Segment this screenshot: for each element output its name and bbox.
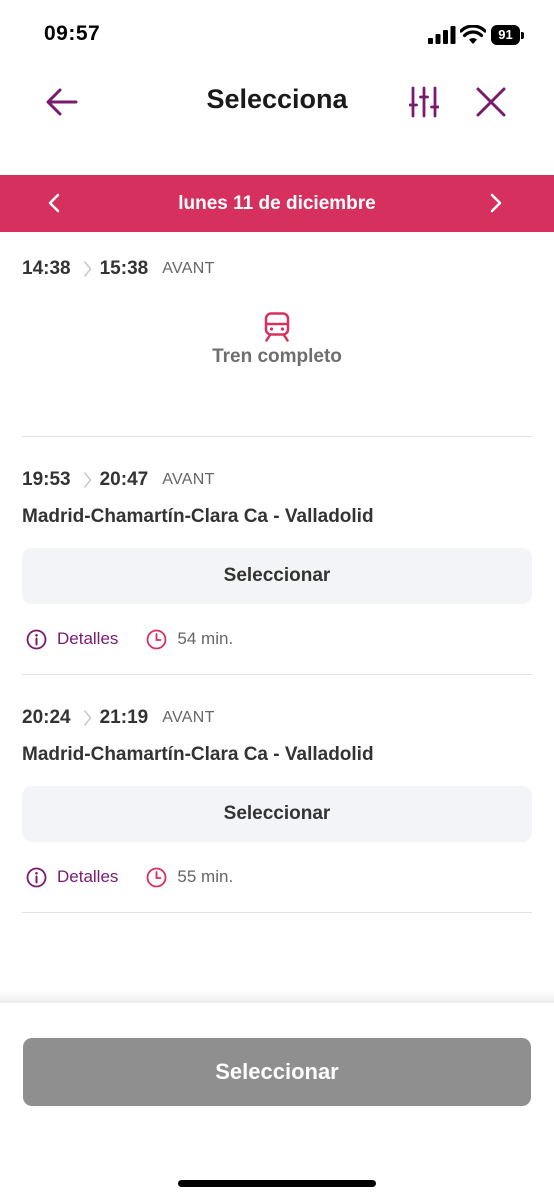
- train-full-label: Tren completo: [212, 346, 342, 367]
- select-trip-button[interactable]: Seleccionar: [22, 548, 532, 604]
- filter-button[interactable]: [402, 82, 446, 122]
- departure-time: 14:38: [22, 258, 71, 279]
- divider: [22, 674, 532, 675]
- route-label: Madrid-Chamartín-Clara Ca - Valladolid: [22, 506, 374, 527]
- chevron-right-icon: [83, 709, 92, 727]
- clock-icon: [147, 867, 167, 887]
- trip-item: 20:24 21:19 AVANT Madrid-Chamartín-Clara…: [22, 705, 532, 888]
- train-brand: AVANT: [162, 260, 215, 277]
- footer: Seleccionar: [0, 1003, 554, 1200]
- chevron-right-icon: [83, 260, 92, 278]
- status-time: 09:57: [44, 22, 101, 45]
- next-day-button[interactable]: [480, 187, 512, 219]
- arrival-time: 21:19: [99, 707, 149, 728]
- trip-item: 14:38 15:38 AVANT: [22, 256, 532, 282]
- info-icon: [26, 629, 47, 649]
- duration-label: 55 min.: [177, 867, 234, 886]
- chevron-left-icon: [48, 193, 60, 213]
- previous-day-button[interactable]: [38, 187, 70, 219]
- chevron-right-icon: [83, 471, 92, 489]
- header: Selecciona: [0, 70, 554, 134]
- battery-level: 91: [491, 25, 520, 45]
- trip-item: 19:53 20:47 AVANT Madrid-Chamartín-Clara…: [22, 467, 532, 650]
- details-label: Detalles: [57, 867, 119, 886]
- departure-time: 20:24: [22, 707, 71, 728]
- trip-duration: 55 min.: [146, 867, 233, 888]
- close-icon: [476, 87, 506, 117]
- battery-icon: 91: [491, 25, 524, 45]
- route-label: Madrid-Chamartín-Clara Ca - Valladolid: [22, 744, 374, 765]
- footer-shadow: [0, 990, 554, 1004]
- details-link[interactable]: Detalles: [26, 867, 118, 888]
- confirm-select-button[interactable]: Seleccionar: [23, 1038, 531, 1106]
- arrival-time: 20:47: [99, 469, 149, 490]
- train-brand: AVANT: [162, 471, 215, 488]
- info-icon: [26, 867, 47, 887]
- arrival-time: 15:38: [99, 258, 149, 279]
- home-indicator: [178, 1180, 376, 1187]
- wifi-icon: [460, 25, 486, 44]
- divider: [22, 912, 532, 913]
- trip-duration: 54 min.: [146, 629, 233, 650]
- duration-label: 54 min.: [177, 629, 234, 648]
- details-label: Detalles: [57, 629, 119, 648]
- train-full-notice: Tren completo: [0, 312, 554, 368]
- cellular-signal-icon: [428, 26, 456, 44]
- status-bar: 09:57 91: [0, 0, 554, 70]
- train-icon: [264, 312, 290, 342]
- clock-icon: [147, 629, 167, 649]
- chevron-right-icon: [490, 193, 502, 213]
- select-trip-button[interactable]: Seleccionar: [22, 786, 532, 842]
- date-label: lunes 11 de diciembre: [178, 192, 376, 214]
- divider: [22, 436, 532, 437]
- sliders-icon: [409, 86, 439, 118]
- date-selector: lunes 11 de diciembre: [0, 175, 554, 232]
- close-button[interactable]: [469, 82, 513, 122]
- details-link[interactable]: Detalles: [26, 629, 118, 650]
- train-brand: AVANT: [162, 709, 215, 726]
- departure-time: 19:53: [22, 469, 71, 490]
